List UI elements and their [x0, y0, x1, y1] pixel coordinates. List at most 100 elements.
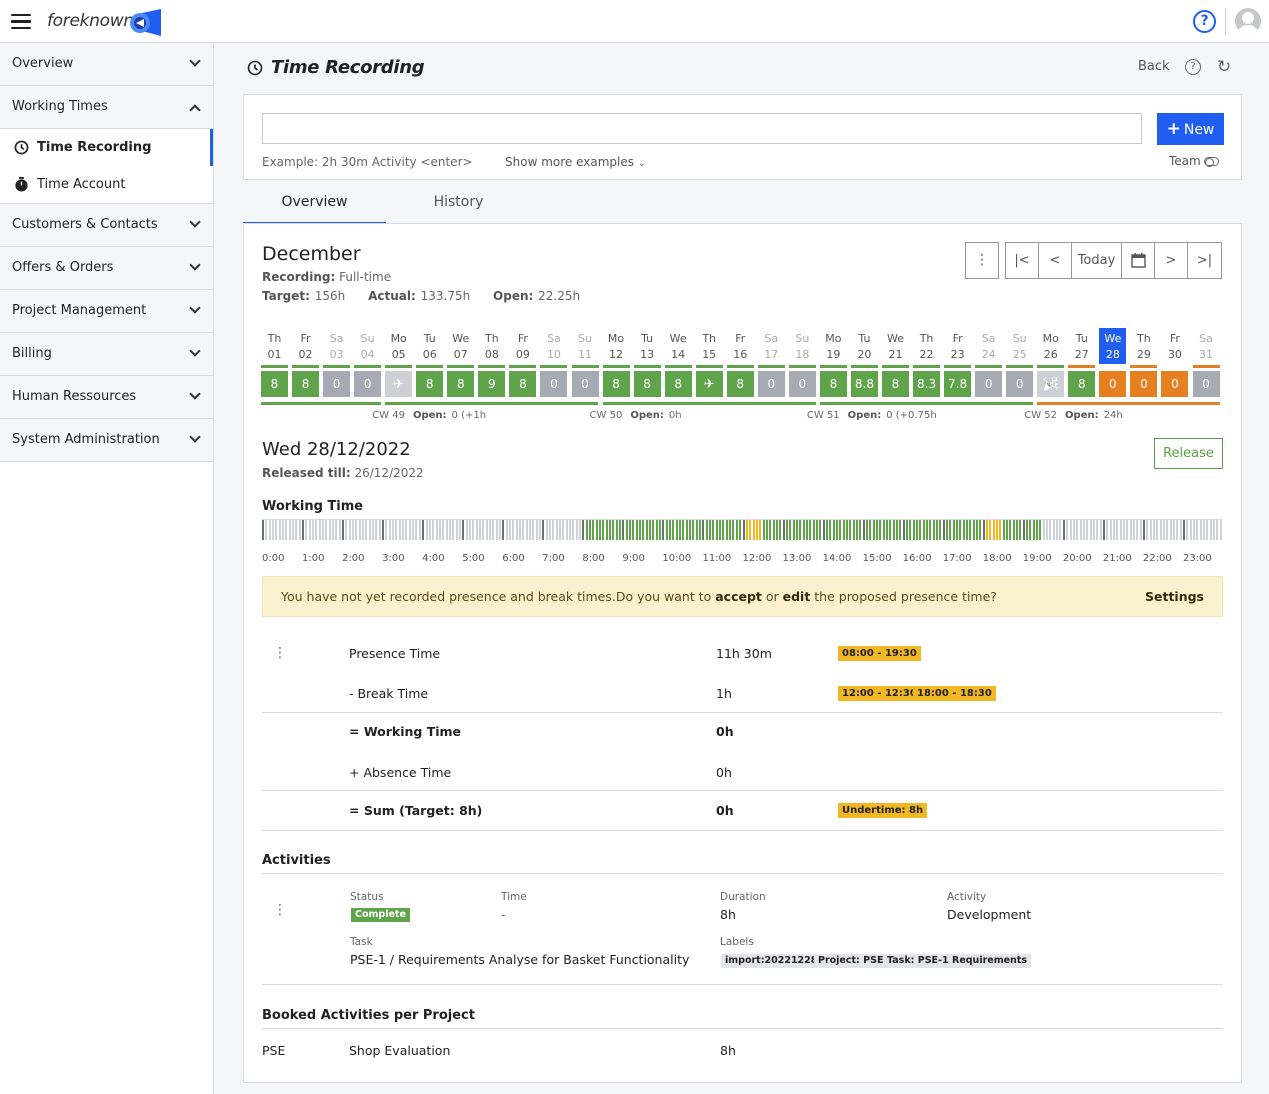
day-hours-box[interactable]: 8: [726, 371, 754, 397]
user-avatar-icon[interactable]: [1235, 8, 1261, 34]
calendar-menu-button[interactable]: ⋮: [965, 242, 999, 279]
activity-menu-icon[interactable]: ⋮: [273, 902, 287, 918]
calendar-day[interactable]: Mo 26 🎉: [1037, 329, 1065, 409]
calendar-day[interactable]: Sa 10 0: [540, 329, 568, 409]
day-hours-box[interactable]: 0: [788, 371, 816, 397]
calendar-day[interactable]: Sa 24 0: [975, 329, 1003, 409]
refresh-icon[interactable]: ↻: [1217, 57, 1231, 77]
calendar-day[interactable]: Sa 17 0: [757, 329, 785, 409]
day-hours-box[interactable]: 0: [354, 371, 382, 397]
team-toggle[interactable]: Team: [1169, 154, 1219, 168]
tab-history[interactable]: History: [387, 186, 530, 224]
accept-link[interactable]: accept: [715, 589, 762, 604]
day-hours-box[interactable]: 0: [975, 371, 1003, 397]
calendar-day[interactable]: Fr 30 0: [1161, 329, 1189, 409]
day-hours-box[interactable]: 8.8: [850, 371, 878, 397]
help-icon[interactable]: ?: [1185, 59, 1201, 75]
week-open-value: 0 (+0.75h: [886, 410, 937, 421]
last-period-button[interactable]: >|: [1188, 243, 1221, 278]
day-hours-box[interactable]: 0: [1130, 371, 1158, 397]
calendar-day[interactable]: Sa 03 0: [323, 329, 351, 409]
sidebar-item-overview[interactable]: Overview: [0, 43, 213, 86]
back-button[interactable]: Back: [1138, 59, 1170, 74]
calendar-day[interactable]: Tu 13 8: [633, 329, 661, 409]
day-hours-box[interactable]: 8: [261, 371, 288, 397]
sidebar-item-system-administration[interactable]: System Administration: [0, 419, 213, 462]
day-hours-box[interactable]: 0: [571, 371, 599, 397]
day-hours-box[interactable]: 8: [509, 371, 537, 397]
day-hours-box[interactable]: 8: [633, 371, 661, 397]
calendar-day[interactable]: Su 18 0: [788, 329, 816, 409]
settings-link[interactable]: Settings: [1145, 589, 1204, 604]
sidebar-item-customers-contacts[interactable]: Customers & Contacts: [0, 204, 213, 247]
day-hours-box[interactable]: 8: [447, 371, 475, 397]
calendar-day[interactable]: Fr 02 8: [292, 329, 320, 409]
day-hours-box[interactable]: 0: [1006, 371, 1034, 397]
clock-icon: [14, 140, 29, 155]
sidebar-item-time-account[interactable]: Time Account: [0, 166, 213, 203]
sidebar-item-time-recording[interactable]: Time Recording: [0, 129, 213, 166]
summary-menu-icon[interactable]: ⋮: [273, 645, 287, 661]
previous-period-button[interactable]: <: [1039, 243, 1072, 278]
release-button[interactable]: Release: [1154, 438, 1223, 469]
sidebar-item-billing[interactable]: Billing: [0, 333, 213, 376]
sidebar-item-human-ressources[interactable]: Human Ressources: [0, 376, 213, 419]
day-hours-box[interactable]: ✈: [695, 371, 723, 397]
sidebar-item-working-times[interactable]: Working Times: [0, 86, 213, 129]
day-hours-box[interactable]: 🎉: [1037, 371, 1065, 397]
calendar-day[interactable]: Tu 27 8: [1068, 329, 1096, 409]
first-period-button[interactable]: |<: [1006, 243, 1039, 278]
show-more-examples-link[interactable]: Show more examples ⌄: [505, 155, 645, 169]
calendar-day[interactable]: We 28 0: [1099, 328, 1127, 409]
sidebar-item-offers-orders[interactable]: Offers & Orders: [0, 247, 213, 290]
day-hours-box[interactable]: 0: [757, 371, 785, 397]
calendar-day[interactable]: Mo 12 8: [602, 329, 630, 409]
day-hours-box[interactable]: 8: [882, 371, 909, 397]
help-icon[interactable]: ?: [1193, 10, 1216, 33]
day-hours-box[interactable]: 7.8: [944, 371, 972, 397]
calendar-day[interactable]: Th 22 8.3: [913, 329, 941, 409]
edit-link[interactable]: edit: [783, 589, 811, 604]
calendar-day[interactable]: Fr 16 8: [726, 329, 754, 409]
day-hours-box[interactable]: 0: [323, 371, 351, 397]
day-hours-box[interactable]: 8: [1068, 371, 1096, 397]
calendar-day[interactable]: Sa 31 0: [1192, 329, 1220, 409]
day-hours-box[interactable]: 0: [1192, 371, 1220, 397]
day-hours-box[interactable]: 8.3: [913, 371, 941, 397]
day-hours-box[interactable]: 8: [416, 371, 444, 397]
calendar-day[interactable]: Tu 20 8.8: [850, 329, 878, 409]
calendar-day[interactable]: Su 11 0: [571, 329, 599, 409]
next-period-button[interactable]: >: [1155, 243, 1188, 278]
calendar-day[interactable]: Mo 05 ✈: [385, 329, 413, 409]
day-hours-box[interactable]: 8: [819, 371, 847, 397]
calendar-day[interactable]: Fr 09 8: [509, 329, 537, 409]
calendar-day[interactable]: Th 15 ✈: [695, 329, 723, 409]
calendar-day[interactable]: Th 01 8: [261, 329, 288, 409]
today-button[interactable]: Today: [1072, 243, 1122, 278]
calendar-day[interactable]: Fr 23 7.8: [944, 329, 972, 409]
hamburger-menu-icon[interactable]: [11, 14, 31, 30]
day-hours-box[interactable]: 9: [478, 371, 506, 397]
quick-entry-input[interactable]: [262, 113, 1142, 144]
new-button[interactable]: + New: [1157, 113, 1224, 145]
day-hours-box[interactable]: 0: [540, 371, 568, 397]
day-hours-box[interactable]: 0: [1099, 371, 1127, 397]
calendar-day[interactable]: We 07 8: [447, 329, 475, 409]
day-hours-box[interactable]: 8: [602, 371, 630, 397]
day-hours-box[interactable]: 8: [292, 371, 320, 397]
calendar-day[interactable]: Th 29 0: [1130, 329, 1158, 409]
calendar-day[interactable]: We 21 8: [882, 329, 909, 409]
day-hours-box[interactable]: 0: [1161, 371, 1189, 397]
calendar-day[interactable]: Su 04 0: [354, 329, 382, 409]
calendar-day[interactable]: Th 08 9: [478, 329, 506, 409]
calendar-day[interactable]: We 14 8: [664, 329, 692, 409]
calendar-picker-button[interactable]: [1122, 243, 1155, 278]
sidebar-item-project-management[interactable]: Project Management: [0, 290, 213, 333]
day-hours-box[interactable]: ✈: [385, 371, 413, 397]
task-value[interactable]: PSE-1 / Requirements Analyse for Basket …: [350, 952, 689, 967]
day-hours-box[interactable]: 8: [664, 371, 692, 397]
calendar-day[interactable]: Tu 06 8: [416, 329, 444, 409]
calendar-day[interactable]: Su 25 0: [1006, 329, 1034, 409]
calendar-day[interactable]: Mo 19 8: [819, 329, 847, 409]
tab-overview[interactable]: Overview: [243, 186, 386, 224]
